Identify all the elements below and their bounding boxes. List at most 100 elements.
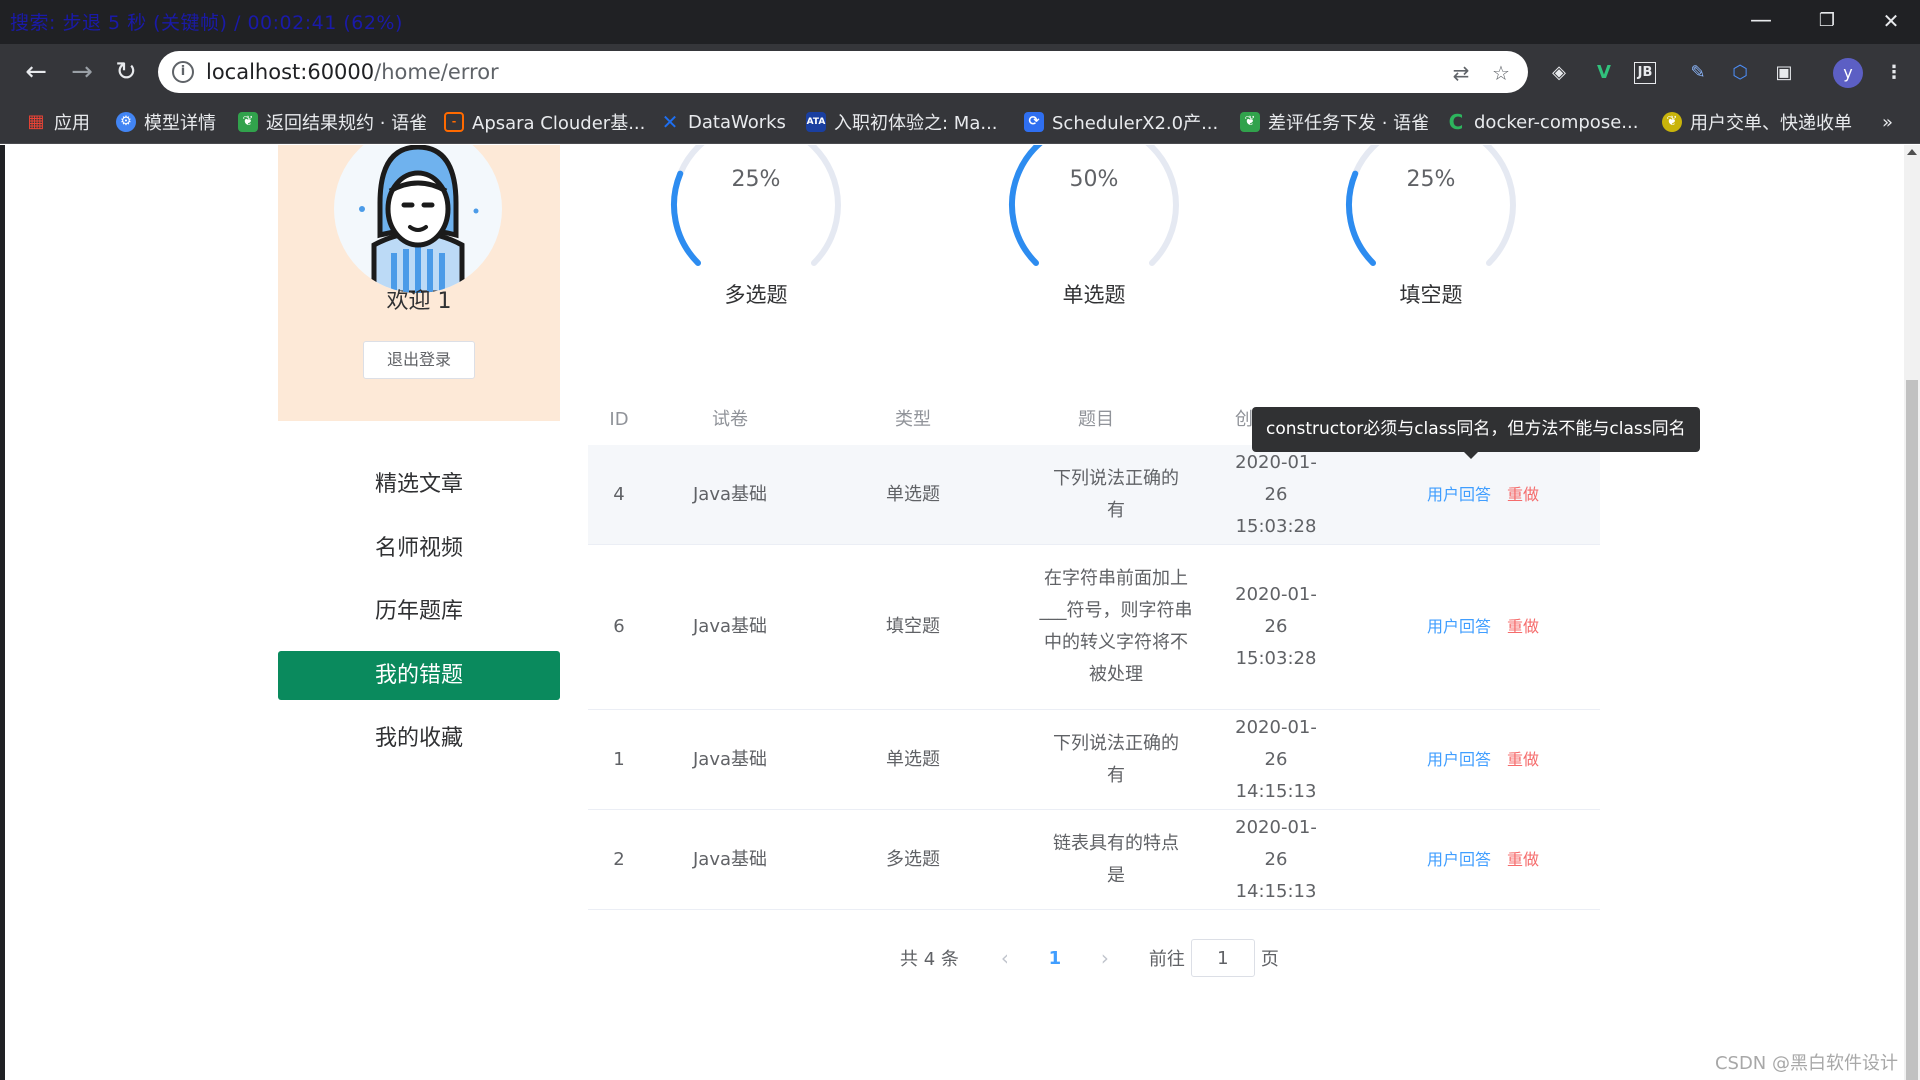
mistakes-table: ID 试卷 类型 题目 创建时间 操作 4 Java基础 单选题 下列说法正确的… xyxy=(588,385,1600,910)
bookmark-item[interactable]: ▦ 应用 xyxy=(26,108,90,136)
more-bookmarks-button[interactable]: » xyxy=(1882,108,1893,136)
redo-link[interactable]: 重做 xyxy=(1507,844,1539,876)
redo-link[interactable]: 重做 xyxy=(1507,744,1539,776)
bookmark-label: SchedulerX2.0产... xyxy=(1052,113,1219,134)
bookmark-item[interactable]: ❦ 返回结果规约 · 语雀 xyxy=(238,108,427,136)
ata-icon: ATA xyxy=(806,112,826,132)
redo-link[interactable]: 重做 xyxy=(1507,611,1539,643)
bookmark-item[interactable]: ❦ 差评任务下发 · 语雀 xyxy=(1240,108,1429,136)
goto-page-input[interactable] xyxy=(1190,939,1255,977)
bookmark-label: 差评任务下发 · 语雀 xyxy=(1268,113,1430,134)
minimize-button[interactable]: — xyxy=(1738,6,1784,36)
page-scrollbar[interactable] xyxy=(1904,145,1920,1080)
cell-actions: 用户回答 重做 xyxy=(1366,710,1600,809)
c-icon: C xyxy=(1448,110,1464,134)
menu-item-articles[interactable]: 精选文章 xyxy=(278,460,560,509)
apps-grid-icon: ▦ xyxy=(27,111,45,132)
bookmark-star-icon[interactable]: ☆ xyxy=(1488,60,1514,86)
pagination: 共 4 条 ‹ 1 › 前往 页 xyxy=(900,938,1279,978)
bookmark-item[interactable]: ⚙ 模型详情 xyxy=(116,108,216,136)
vue-extension-icon[interactable]: V xyxy=(1590,59,1618,87)
cell-title: 下列说法正确的有 xyxy=(1053,732,1179,786)
user-avatar-illustration xyxy=(334,145,502,293)
user-answer-link[interactable]: 用户回答 xyxy=(1427,611,1491,643)
side-menu: 精选文章 名师视频 历年题库 我的错题 我的收藏 xyxy=(278,460,560,778)
address-url[interactable]: localhost:60000/home/error xyxy=(206,60,499,84)
cell-id: 4 xyxy=(613,483,625,505)
site-info-icon[interactable]: i xyxy=(172,61,194,83)
cell-created: 2020-01-26 15:03:28 xyxy=(1235,584,1317,669)
bookmark-label: 模型详情 xyxy=(144,113,216,134)
user-answer-link[interactable]: 用户回答 xyxy=(1427,479,1491,511)
cell-actions: 用户回答 重做 xyxy=(1366,445,1600,544)
user-answer-link[interactable]: 用户回答 xyxy=(1427,744,1491,776)
address-bar[interactable]: i localhost:60000/home/error ⇄ ☆ xyxy=(158,51,1528,93)
bookmark-label: 入职初体验之: Ma... xyxy=(834,113,998,134)
scheduler-icon: ⟳ xyxy=(1024,112,1044,132)
recorder-overlay-text: 搜索: 步退 5 秒 (关键帧) / 00:02:41 (62%) xyxy=(10,12,403,34)
cell-type: 填空题 xyxy=(886,616,940,637)
leaf-icon: ❦ xyxy=(238,112,258,132)
cube-extension-icon[interactable]: ⬡ xyxy=(1726,59,1754,87)
title-tooltip: constructor必须与class同名，但方法不能与class同名 xyxy=(1252,407,1700,459)
menu-item-favorites[interactable]: 我的收藏 xyxy=(278,714,560,763)
bookmarks-bar: ▦ 应用 ⚙ 模型详情 ❦ 返回结果规约 · 语雀 - Apsara Cloud… xyxy=(0,100,1920,144)
cell-id: 6 xyxy=(613,616,625,637)
table-row: 6 Java基础 填空题 在字符串前面加上___符号，则字符串中的转义字符将不被… xyxy=(588,545,1600,710)
address-host: localhost:60000 xyxy=(206,60,375,84)
cell-type: 单选题 xyxy=(886,483,940,505)
cell-paper: Java基础 xyxy=(692,483,768,505)
jb-extension-icon[interactable]: JB xyxy=(1634,62,1656,84)
back-arrow-icon: ← xyxy=(25,57,47,87)
bookmark-item[interactable]: ✕ DataWorks xyxy=(660,108,786,136)
scrollbar-thumb[interactable] xyxy=(1906,380,1918,1080)
bookmark-label: 用户交单、快递收单 xyxy=(1690,113,1852,134)
menu-item-videos[interactable]: 名师视频 xyxy=(278,524,560,573)
menu-item-my-mistakes[interactable]: 我的错题 xyxy=(278,650,560,700)
cell-title: 下列说法正确的有 xyxy=(1053,467,1179,521)
translate-icon[interactable]: ⇄ xyxy=(1448,60,1474,86)
bookmark-item[interactable]: C docker-compose... xyxy=(1446,108,1639,136)
bookmark-item[interactable]: - Apsara Clouder基... xyxy=(444,108,645,136)
pen-extension-icon[interactable]: ✎ xyxy=(1684,59,1712,87)
close-window-button[interactable]: ✕ xyxy=(1868,6,1914,36)
table-row: 4 Java基础 单选题 下列说法正确的有 2020-01-26 15:03:2… xyxy=(588,445,1600,545)
gauge-track xyxy=(1009,145,1179,266)
female-avatar-icon xyxy=(359,145,479,293)
leaf-icon: ❦ xyxy=(1240,112,1260,132)
shield-extension-icon[interactable]: ◈ xyxy=(1545,59,1573,87)
gauge-label: 填空题 xyxy=(1399,283,1463,307)
page-number-current[interactable]: 1 xyxy=(1025,948,1085,969)
back-button[interactable]: ← xyxy=(18,54,54,90)
profile-avatar[interactable]: y xyxy=(1833,58,1863,88)
bookmark-label: 应用 xyxy=(54,113,90,134)
scroll-up-arrow-icon[interactable] xyxy=(1907,149,1917,155)
bookmark-label: Apsara Clouder基... xyxy=(472,113,646,134)
prev-page-button[interactable]: ‹ xyxy=(985,946,1025,970)
restore-button[interactable]: ❐ xyxy=(1804,6,1850,36)
cell-title: 在字符串前面加上___符号，则字符串中的转义字符将不被处理 xyxy=(1039,568,1193,685)
column-header: 试卷 xyxy=(712,409,748,430)
forward-arrow-icon: → xyxy=(71,57,93,87)
welcome-text: 欢迎 1 xyxy=(386,289,452,314)
next-page-button[interactable]: › xyxy=(1085,946,1125,970)
column-header: ID xyxy=(609,409,629,430)
reload-button[interactable]: ↻ xyxy=(108,54,144,90)
bookmark-item[interactable]: ⟳ SchedulerX2.0产... xyxy=(1024,108,1218,136)
square-extension-icon[interactable]: ▣ xyxy=(1770,59,1798,87)
address-path: /home/error xyxy=(374,60,499,84)
gauge-percent: 25% xyxy=(1406,167,1456,192)
redo-link[interactable]: 重做 xyxy=(1507,479,1539,511)
forward-button[interactable]: → xyxy=(64,54,100,90)
leaf-icon: ❦ xyxy=(1662,112,1682,132)
cell-created: 2020-01-26 14:15:13 xyxy=(1235,716,1317,802)
gauge-track xyxy=(1346,145,1516,266)
bookmark-item[interactable]: ❦ 用户交单、快递收单 xyxy=(1662,108,1852,136)
logout-button[interactable]: 退出登录 xyxy=(363,341,475,379)
user-answer-link[interactable]: 用户回答 xyxy=(1427,844,1491,876)
menu-item-question-bank[interactable]: 历年题库 xyxy=(278,587,560,636)
bookmark-item[interactable]: ATA 入职初体验之: Ma... xyxy=(806,108,998,136)
browser-menu-icon[interactable]: ⋮ xyxy=(1880,59,1908,87)
bookmark-label: DataWorks xyxy=(688,111,786,133)
window-title-bar: 搜索: 步退 5 秒 (关键帧) / 00:02:41 (62%) — ❐ ✕ xyxy=(0,0,1920,44)
